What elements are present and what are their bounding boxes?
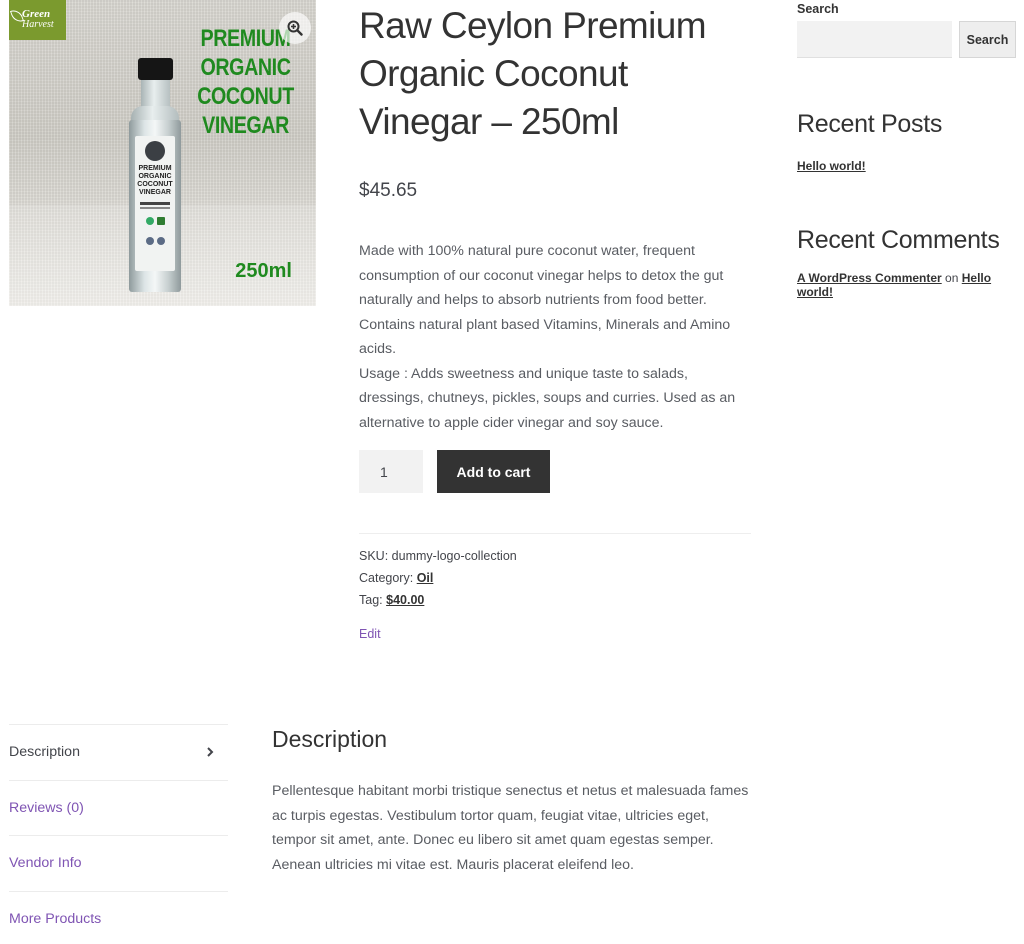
product-sku: SKU: dummy-logo-collection	[359, 549, 517, 563]
pack-title: PREMIUM ORGANIC COCONUT VINEGAR	[197, 24, 294, 140]
description-paragraph: Made with 100% natural pure coconut wate…	[359, 243, 731, 357]
product-price: $45.65	[359, 180, 418, 201]
edit-link[interactable]: Edit	[359, 627, 381, 641]
pack-title-line: COCONUT	[197, 83, 294, 110]
tab-panel-body: Pellentesque habitant morbi tristique se…	[272, 783, 749, 873]
badge-icon	[145, 237, 154, 245]
search-input[interactable]	[797, 21, 952, 58]
bottle-label-text: PREMIUM ORGANIC COCONUT VINEGAR	[135, 165, 175, 197]
label-divider	[140, 202, 170, 205]
divider	[359, 533, 751, 534]
tab-label: More Products	[9, 910, 102, 927]
recent-posts-title: Recent Posts	[797, 110, 943, 138]
bottle-cap	[138, 58, 173, 80]
recent-comment-item: A WordPress Commenter on Hello world!	[797, 271, 1007, 299]
product-title: Raw Ceylon Premium Organic Coconut Vineg…	[359, 5, 707, 142]
organic-badge-icon	[145, 217, 154, 225]
bottle-label-line: PREMIUM	[138, 165, 172, 172]
recent-comments-title: Recent Comments	[797, 226, 1000, 254]
category-link[interactable]: Oil	[417, 571, 434, 585]
product-gallery-image[interactable]: Green Harvest PREMIUM ORGANIC COCONUT VI…	[9, 0, 316, 306]
recent-posts-list: Hello world!	[797, 157, 866, 175]
bottle-label-line: COCONUT	[137, 181, 173, 188]
description-paragraph: Usage : Adds sweetness and unique taste …	[359, 365, 736, 431]
bottle-label-line: VINEGAR	[139, 189, 171, 196]
tab-more-products[interactable]: More Products	[9, 892, 228, 944]
tab-reviews[interactable]: Reviews (0)	[9, 781, 228, 836]
search-button[interactable]: Search	[959, 21, 1016, 58]
eu-organic-leaf-icon	[156, 217, 165, 225]
search-label: Search	[797, 2, 839, 16]
tab-vendor-info[interactable]: Vendor Info	[9, 836, 228, 892]
pack-size: 250ml	[235, 260, 292, 282]
tab-label: Vendor Info	[9, 855, 82, 872]
tab-label: Reviews (0)	[9, 799, 84, 816]
sku-value: dummy-logo-collection	[391, 549, 517, 563]
tag-label: Tag:	[359, 593, 383, 607]
tag-link[interactable]: $40.00	[386, 593, 424, 607]
pack-title-line: VINEGAR	[202, 112, 290, 139]
bottle-seal-icon	[145, 141, 165, 161]
label-footer-icons	[135, 237, 175, 245]
tab-description[interactable]: Description	[9, 725, 228, 781]
sku-label: SKU:	[359, 549, 389, 563]
comment-author-link[interactable]: A WordPress Commenter	[797, 271, 942, 285]
image-zoom-button[interactable]	[279, 12, 311, 44]
tab-label: Description	[9, 744, 80, 761]
recent-post-link[interactable]: Hello world!	[797, 159, 866, 173]
product-category: Category: Oil	[359, 571, 433, 585]
brand-logo-line2: Harvest	[22, 19, 54, 30]
brand-logo: Green Harvest	[9, 0, 66, 40]
vinegar-bottle: PREMIUM ORGANIC COCONUT VINEGAR	[129, 58, 181, 294]
category-label: Category:	[359, 571, 414, 585]
label-divider	[140, 207, 170, 209]
product-short-description: Made with 100% natural pure coconut wate…	[359, 239, 753, 435]
chevron-right-icon	[207, 747, 214, 757]
quantity-input[interactable]	[359, 450, 423, 493]
tab-panel-heading: Description	[272, 726, 388, 752]
badge-icon	[156, 237, 165, 245]
zoom-in-icon	[287, 20, 303, 36]
comment-on-text: on	[945, 271, 959, 285]
bottle-label-line: ORGANIC	[138, 173, 172, 180]
product-tabs: Description Reviews (0) Vendor Info More…	[9, 724, 228, 944]
bottle-label: PREMIUM ORGANIC COCONUT VINEGAR	[135, 136, 175, 271]
brand-logo-line1: Green	[22, 8, 51, 20]
certification-marks	[135, 217, 175, 225]
add-to-cart-button[interactable]: Add to cart	[437, 450, 550, 493]
pack-title-line: ORGANIC	[200, 54, 291, 81]
product-tag: Tag: $40.00	[359, 593, 424, 607]
